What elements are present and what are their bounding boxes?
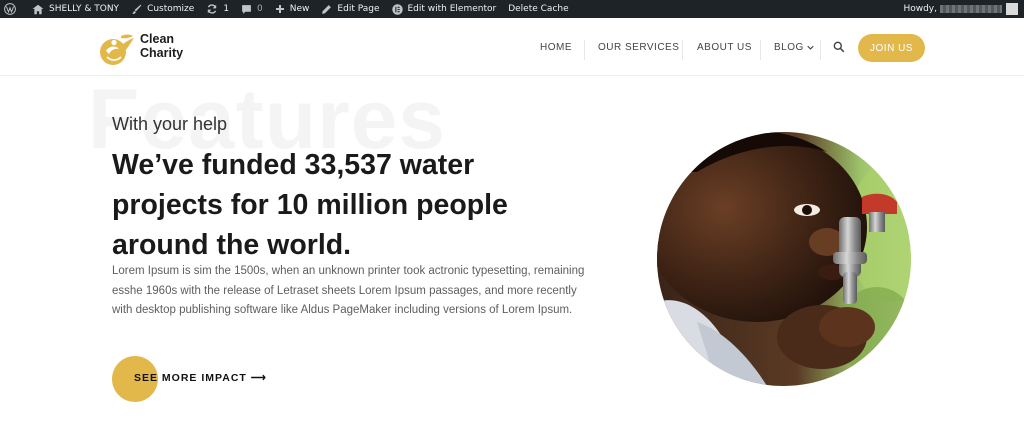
hero-description: Lorem Ipsum is sim the 1500s, when an un… [112, 265, 585, 317]
headline-line-1: We’ve funded 33,537 water [112, 149, 475, 181]
hero-photo [657, 132, 911, 386]
chevron-down-icon [807, 45, 814, 50]
nav-divider [760, 40, 761, 60]
nav-blog-label: BLOG [774, 41, 804, 53]
clean-charity-logo-icon[interactable] [99, 32, 135, 66]
updates-link[interactable]: 1 [200, 0, 235, 18]
howdy-label: Howdy, [903, 4, 937, 14]
customize-link[interactable]: Customize [125, 0, 200, 18]
wp-logo-menu[interactable] [0, 0, 26, 18]
comments-count: 0 [257, 4, 263, 14]
avatar[interactable] [1006, 3, 1018, 15]
nav-divider [584, 40, 585, 60]
plus-icon [275, 5, 284, 13]
comment-icon [242, 4, 251, 14]
customize-label: Customize [147, 4, 195, 14]
new-content-link[interactable]: New [269, 0, 316, 18]
new-label: New [289, 4, 310, 14]
headline-line-3: around the world. [112, 229, 352, 261]
brand-line-1: Clean [140, 32, 175, 46]
account-menu[interactable]: Howdy, [903, 0, 1002, 18]
hero-headline: We’ve funded 33,537 water projects for 1… [112, 145, 552, 265]
edit-page-label: Edit Page [337, 4, 380, 14]
delete-cache-link[interactable]: Delete Cache [502, 0, 574, 18]
nav-our-services[interactable]: OUR SERVICES [598, 18, 679, 76]
elementor-icon [391, 3, 403, 15]
comments-link[interactable]: 0 [235, 0, 269, 18]
edit-page-link[interactable]: Edit Page [315, 0, 385, 18]
admin-bar: SHELLY & TONY Customize 1 0 New Edit Pag… [0, 0, 1024, 18]
refresh-icon [208, 4, 217, 14]
child-drinking-water-image [657, 132, 911, 386]
site-header: Clean Charity HOME OUR SERVICES ABOUT US… [0, 18, 1024, 76]
blurred-username [940, 5, 1002, 13]
nav-blog[interactable]: BLOG [774, 18, 814, 76]
headline-line-2: projects for 10 million people [112, 189, 508, 221]
edit-elementor-label: Edit with Elementor [407, 4, 497, 14]
hero-eyebrow: With your help [112, 114, 228, 134]
wordpress-icon [4, 3, 16, 15]
join-us-button[interactable]: JOIN US [858, 34, 925, 62]
nav-home[interactable]: HOME [540, 18, 572, 76]
see-more-impact-link[interactable]: SEE MORE IMPACT ⟶ [134, 372, 267, 384]
brand-name[interactable]: Clean Charity [140, 32, 183, 60]
brush-icon [132, 4, 142, 14]
pencil-icon [322, 4, 332, 14]
search-icon[interactable] [833, 41, 845, 53]
site-name: SHELLY & TONY [49, 4, 120, 14]
home-icon [32, 4, 44, 14]
brand-line-2: Charity [140, 46, 184, 60]
edit-elementor-link[interactable]: Edit with Elementor [386, 0, 503, 18]
updates-count: 1 [223, 4, 230, 14]
nav-about-us[interactable]: ABOUT US [697, 18, 752, 76]
nav-divider [820, 40, 821, 60]
delete-cache-label: Delete Cache [508, 4, 569, 14]
site-name-menu[interactable]: SHELLY & TONY [26, 0, 125, 18]
nav-divider [682, 40, 683, 60]
